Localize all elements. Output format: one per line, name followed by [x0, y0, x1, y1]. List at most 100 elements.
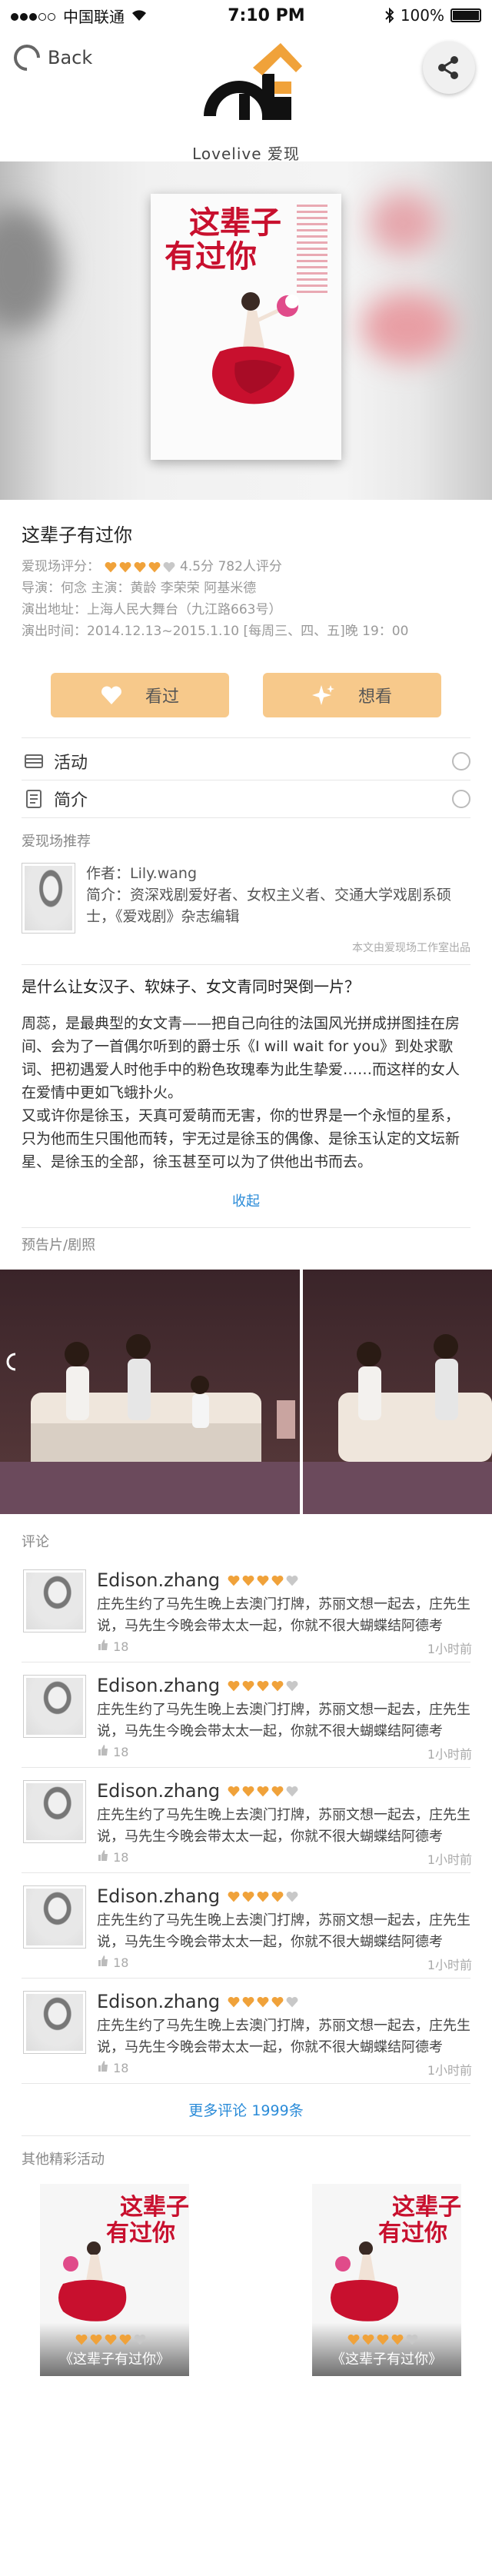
card-rating [75, 2334, 146, 2345]
event-card[interactable]: 这辈子 有过你 《这辈子有过你》 [40, 2184, 189, 2376]
comment-text: 庄先生约了马先生晚上去澳门打牌，苏丽文想一起去，庄先生说，马先生今晚会带太太一起… [97, 2018, 470, 2055]
article-paragraph: 周蕊，是最典型的女文青——把自己向往的法国风光拼成拼图挂在房间、会为了一首偶尔听… [22, 1015, 460, 1101]
like-count: 18 [113, 1639, 129, 1654]
comment-time: 1小时前 [427, 1642, 472, 1656]
comment-list: Edison.zhang 庄先生约了马先生晚上去澳门打牌，苏丽文想一起去，庄先生说… [0, 1557, 492, 2084]
rating-heart-icon [257, 1786, 269, 1796]
want-button[interactable]: 想看 [263, 673, 441, 717]
commenter-name[interactable]: Edison.zhang [97, 1569, 220, 1591]
commenter-name[interactable]: Edison.zhang [97, 1991, 220, 2012]
rating-heart-icon [242, 1680, 254, 1691]
article-question: 是什么让女汉子、软妹子、女文青同时哭倒一片？ [22, 977, 360, 996]
card-title: 《这辈子有过你》 [59, 2351, 170, 2368]
action-buttons: 看过 想看 [0, 650, 492, 737]
event-card[interactable]: 这辈子 有过你 《这辈子有过你》 [312, 2184, 461, 2376]
comment-rating [228, 1996, 298, 2008]
rating-heart-icon [271, 1786, 284, 1796]
intro-row[interactable]: 简介 [0, 780, 492, 817]
rating-text: 4.5分 782人评分 [180, 559, 282, 574]
author-block: 作者：Lily.wang 简介：资深戏剧爱好者、女权主义者、交通大学戏剧系硕士，… [0, 857, 492, 937]
rating-heart-icon [119, 2334, 131, 2345]
rating-heart-icon [286, 1891, 298, 1902]
rating-heart-icon [271, 1891, 284, 1902]
like-button[interactable]: 18 [97, 1955, 128, 1973]
like-count: 18 [113, 2061, 129, 2075]
signal-icon [11, 6, 57, 25]
other-events-label: 其他精彩活动 [22, 2152, 105, 2168]
rating-heart-icon [391, 2334, 404, 2345]
director-cast: 导演：何念 主演：黄龄 李荣荣 阿基米德 [22, 581, 257, 596]
comment-item: Edison.zhang 庄先生约了马先生晚上去澳门打牌，苏丽文想一起去，庄先生说… [0, 1768, 492, 1872]
commenter-name[interactable]: Edison.zhang [97, 1780, 220, 1802]
like-button[interactable]: 18 [97, 1744, 128, 1762]
activity-row[interactable]: 活动 [0, 743, 492, 780]
trailer-section-label: 预告片/剧照 [22, 1237, 96, 1253]
like-count: 18 [113, 1955, 129, 1970]
document-icon [26, 790, 42, 808]
comment-time: 1小时前 [427, 1747, 472, 1762]
comment-item: Edison.zhang 庄先生约了马先生晚上去澳门打牌，苏丽文想一起去，庄先生说… [0, 1979, 492, 2083]
chevron-right-icon [452, 752, 470, 770]
rating-heart-icon [228, 1996, 240, 2007]
article-body: 周蕊，是最典型的女文青——把自己向往的法国风光拼成拼图挂在房间、会为了一首偶尔听… [0, 1012, 492, 1173]
comment-time: 1小时前 [427, 1852, 472, 1867]
trailer-gallery[interactable] [0, 1270, 492, 1514]
commenter-name[interactable]: Edison.zhang [97, 1675, 220, 1696]
rating-heart-icon [228, 1786, 240, 1796]
comment-time: 1小时前 [427, 1958, 472, 1972]
divider [22, 737, 470, 738]
commenter-avatar[interactable] [23, 1675, 86, 1738]
back-button[interactable]: Back [8, 38, 92, 77]
commenter-avatar[interactable] [23, 1991, 86, 2054]
rating-heart-icon [228, 1575, 240, 1586]
comment-text: 庄先生约了马先生晚上去澳门打牌，苏丽文想一起去，庄先生说，马先生今晚会带太太一起… [97, 1596, 470, 1634]
like-count: 18 [113, 1745, 129, 1759]
comment-item: Edison.zhang 庄先生约了马先生晚上去澳门打牌，苏丽文想一起去，庄先生说… [0, 1662, 492, 1767]
more-comments-link[interactable]: 更多评论 1999条 [0, 2084, 492, 2135]
blur-red-2 [361, 292, 454, 361]
back-arrow-icon [8, 38, 46, 77]
comment-time: 1小时前 [427, 2063, 472, 2078]
author-bio: 简介：资深戏剧爱好者、女权主义者、交通大学戏剧系硕士，《爱戏剧》杂志编辑 [86, 887, 452, 925]
wifi-icon [132, 10, 146, 21]
blur-left [0, 208, 62, 331]
lovelive-logo-icon [204, 43, 302, 120]
commenter-avatar[interactable] [23, 1885, 86, 1949]
rating-heart-icon [257, 1680, 269, 1691]
commenter-avatar[interactable] [23, 1569, 86, 1632]
recommend-section-label: 爱现场推荐 [22, 834, 91, 850]
like-button[interactable]: 18 [97, 2060, 128, 2078]
comment-item: Edison.zhang 庄先生约了马先生晚上去澳门打牌，苏丽文想一起去，庄先生说… [0, 1557, 492, 1662]
share-button[interactable] [423, 42, 475, 94]
intro-label: 简介 [54, 791, 88, 810]
rating-heart-icon [271, 1680, 284, 1691]
poster-banner: 这辈子 有过你 [0, 161, 492, 500]
like-button[interactable]: 18 [97, 1849, 128, 1868]
card-rating [347, 2334, 418, 2345]
rating-heart-icon [242, 1996, 254, 2007]
seen-button[interactable]: 看过 [51, 673, 229, 717]
card-poster-title-1: 这辈子 [392, 2194, 461, 2221]
commenter-name[interactable]: Edison.zhang [97, 1885, 220, 1907]
poster-image[interactable]: 这辈子 有过你 [151, 194, 341, 460]
like-button[interactable]: 18 [97, 1639, 128, 1657]
comment-rating [228, 1575, 298, 1586]
rating-heart-icon [257, 1891, 269, 1902]
collapse-link[interactable]: 收起 [0, 1173, 492, 1227]
rating-heart-icon [242, 1575, 254, 1586]
author-avatar[interactable] [22, 863, 75, 934]
rating-heart-icon [242, 1786, 254, 1796]
rating-row: 爱现场评分： 4.5分 782人评分 [22, 556, 470, 577]
commenter-avatar[interactable] [23, 1780, 86, 1843]
source-note: 本文由爱现场工作室出品 [352, 942, 470, 954]
status-bar: 中国联通 7:10 PM 100% [0, 0, 492, 31]
rating-label: 爱现场评分： [22, 559, 100, 574]
rating-heart-icon [257, 1575, 269, 1586]
seen-label: 看过 [145, 687, 179, 707]
rating-heart-icon [134, 561, 146, 572]
card-title: 《这辈子有过你》 [331, 2351, 442, 2368]
share-icon [438, 56, 458, 79]
thumbs-up-icon [98, 1639, 108, 1650]
rating-heart-icon [406, 2334, 418, 2345]
rating-heart-icon [286, 1575, 298, 1586]
